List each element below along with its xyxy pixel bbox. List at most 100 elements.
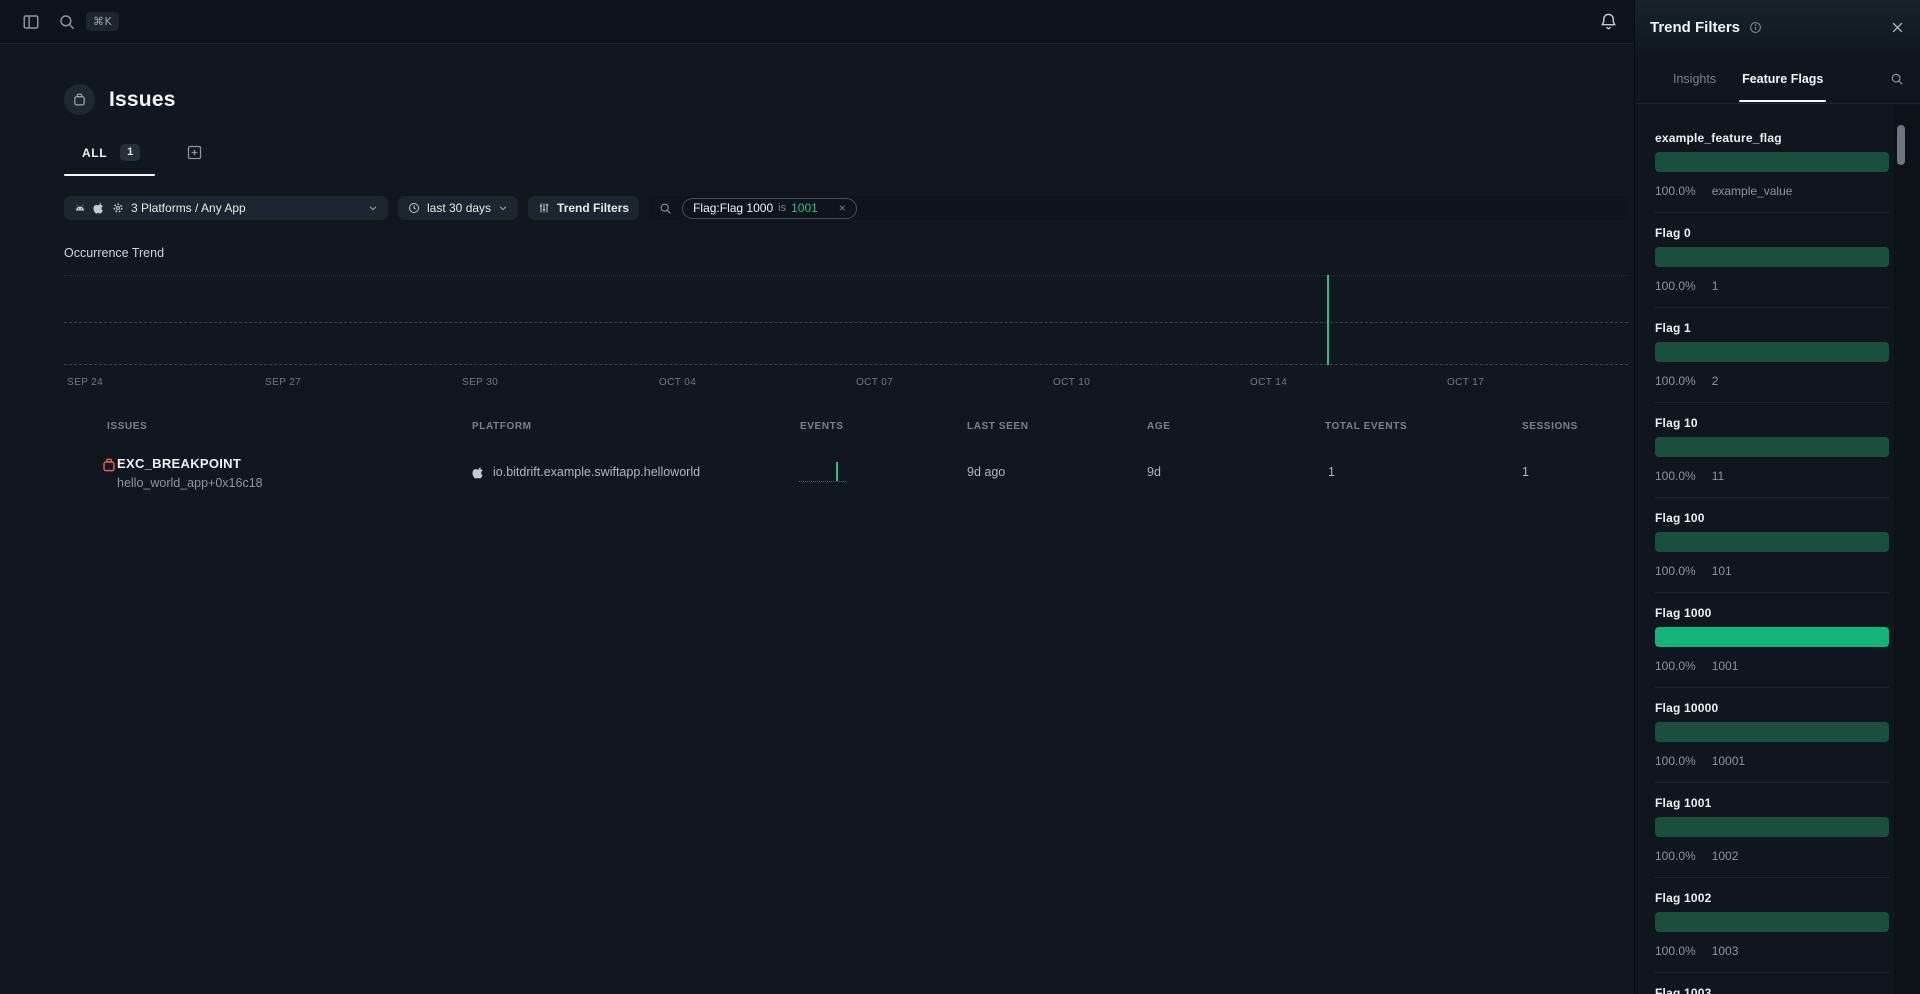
date-range-filter[interactable]: last 30 days xyxy=(398,196,518,220)
flag-item[interactable]: Flag 1002 100.0% 1003 xyxy=(1655,891,1889,973)
total-events-cell: 1 xyxy=(1328,465,1335,479)
panel-search-icon[interactable] xyxy=(1890,72,1904,86)
flag-meta: 100.0% 2 xyxy=(1655,374,1889,389)
column-header-age: AGE xyxy=(1147,421,1170,432)
flag-name: Flag 100 xyxy=(1655,511,1889,526)
x-axis-label: OCT 17 xyxy=(1447,377,1484,388)
flag-divider xyxy=(1655,592,1889,593)
x-axis-label: OCT 04 xyxy=(659,377,696,388)
flag-name: Flag 1002 xyxy=(1655,891,1889,906)
column-header-issues: ISSUES xyxy=(107,421,147,432)
scrollbar-track[interactable] xyxy=(1894,105,1920,994)
apple-icon xyxy=(93,202,105,214)
age-cell: 9d xyxy=(1147,465,1161,479)
trend-filters-panel: Trend Filters Insights Feature Flags exa… xyxy=(1634,0,1920,994)
panel-toggle-icon[interactable] xyxy=(22,13,40,31)
platform-filter[interactable]: 3 Platforms / Any App xyxy=(64,196,388,220)
issue-subtitle: hello_world_app+0x16c18 xyxy=(117,476,263,490)
flag-list: example_feature_flag 100.0% example_valu… xyxy=(1635,105,1895,994)
gridline-middle xyxy=(64,322,1628,323)
gridline-bottom xyxy=(64,364,1628,365)
bug-icon xyxy=(101,457,117,473)
add-view-button[interactable] xyxy=(186,144,203,161)
chevron-down-icon xyxy=(368,203,378,213)
chip-key: Flag:Flag 1000 xyxy=(693,201,773,215)
flag-name: Flag 10 xyxy=(1655,416,1889,431)
flag-item[interactable]: Flag 0 100.0% 1 xyxy=(1655,226,1889,308)
flag-item[interactable]: Flag 1 100.0% 2 xyxy=(1655,321,1889,403)
flag-bar xyxy=(1655,247,1889,267)
issue-row[interactable]: EXC_BREAKPOINT hello_world_app+0x16c18 i… xyxy=(0,448,1634,510)
flag-bar xyxy=(1655,722,1889,742)
flag-name: Flag 0 xyxy=(1655,226,1889,241)
flag-item[interactable]: Flag 1001 100.0% 1002 xyxy=(1655,796,1889,878)
chip-operator: is xyxy=(778,202,786,214)
flag-item[interactable]: Flag 100 100.0% 101 xyxy=(1655,511,1889,593)
flag-meta: 100.0% 101 xyxy=(1655,564,1889,579)
flag-bar xyxy=(1655,627,1889,647)
flag-value: 1002 xyxy=(1712,849,1739,864)
flag-bar xyxy=(1655,342,1889,362)
flag-name: Flag 1 xyxy=(1655,321,1889,336)
flag-value: 1 xyxy=(1712,279,1719,294)
search-icon xyxy=(659,202,672,215)
flag-percent: 100.0% xyxy=(1655,754,1696,769)
sessions-cell: 1 xyxy=(1522,465,1529,479)
platform-cell: io.bitdrift.example.swiftapp.helloworld xyxy=(472,465,700,479)
flag-divider xyxy=(1655,972,1889,973)
flag-meta: 100.0% example_value xyxy=(1655,184,1889,199)
flag-percent: 100.0% xyxy=(1655,944,1696,959)
flag-meta: 100.0% 1003 xyxy=(1655,944,1889,959)
close-icon[interactable] xyxy=(1890,20,1905,35)
flag-bar xyxy=(1655,152,1889,172)
gear-icon xyxy=(112,202,124,214)
flag-divider xyxy=(1655,307,1889,308)
main-content: Issues ALL 1 3 Platforms / Any App xyxy=(0,44,1634,994)
gridline-top xyxy=(64,275,1628,276)
topbar: ⌘K xyxy=(0,0,1634,44)
chip-remove-icon[interactable]: × xyxy=(839,202,846,214)
flag-value: 11 xyxy=(1712,469,1724,484)
search-icon[interactable] xyxy=(58,13,76,31)
flag-percent: 100.0% xyxy=(1655,279,1696,294)
flag-percent: 100.0% xyxy=(1655,469,1696,484)
flag-percent: 100.0% xyxy=(1655,849,1696,864)
date-range-label: last 30 days xyxy=(427,201,491,215)
view-tabs: ALL 1 xyxy=(64,144,203,173)
filter-chip[interactable]: Flag:Flag 1000 is 1001 × xyxy=(682,198,857,219)
flag-item[interactable]: Flag 10000 100.0% 10001 xyxy=(1655,701,1889,783)
flag-bar xyxy=(1655,437,1889,457)
tab-feature-flags[interactable]: Feature Flags xyxy=(1742,56,1823,102)
filter-row: 3 Platforms / Any App last 30 days Trend… xyxy=(64,196,1628,220)
command-k-shortcut: ⌘K xyxy=(86,12,119,31)
flag-item[interactable]: Flag 10 100.0% 11 xyxy=(1655,416,1889,498)
chip-value: 1001 xyxy=(791,201,818,215)
flag-item[interactable]: example_feature_flag 100.0% example_valu… xyxy=(1655,131,1889,213)
clock-icon xyxy=(408,202,420,214)
info-icon[interactable] xyxy=(1749,21,1762,34)
flag-name: Flag 1000 xyxy=(1655,606,1889,621)
flag-meta: 100.0% 1 xyxy=(1655,279,1889,294)
tab-all[interactable]: ALL 1 xyxy=(64,144,158,173)
column-header-platform: PLATFORM xyxy=(472,421,532,432)
issue-search-input[interactable]: Flag:Flag 1000 is 1001 × xyxy=(649,196,1628,220)
tab-insights[interactable]: Insights xyxy=(1673,56,1716,102)
flag-divider xyxy=(1655,212,1889,213)
page-title: Issues xyxy=(109,88,176,112)
flag-percent: 100.0% xyxy=(1655,374,1696,389)
android-icon xyxy=(74,202,86,214)
scrollbar-thumb[interactable] xyxy=(1897,125,1905,165)
flag-item[interactable]: Flag 1003 xyxy=(1655,986,1889,994)
flag-divider xyxy=(1655,497,1889,498)
flag-bar xyxy=(1655,912,1889,932)
flag-item[interactable]: Flag 1000 100.0% 1001 xyxy=(1655,606,1889,688)
flag-meta: 100.0% 1002 xyxy=(1655,849,1889,864)
chevron-down-icon xyxy=(498,203,508,213)
flag-bar xyxy=(1655,817,1889,837)
last-seen-cell: 9d ago xyxy=(967,465,1005,479)
trend-filters-button[interactable]: Trend Filters xyxy=(528,196,639,220)
flag-name: Flag 1003 xyxy=(1655,986,1889,994)
sparkline-bar xyxy=(836,462,838,481)
bell-icon[interactable] xyxy=(1599,12,1618,31)
page-header: Issues xyxy=(64,84,176,115)
